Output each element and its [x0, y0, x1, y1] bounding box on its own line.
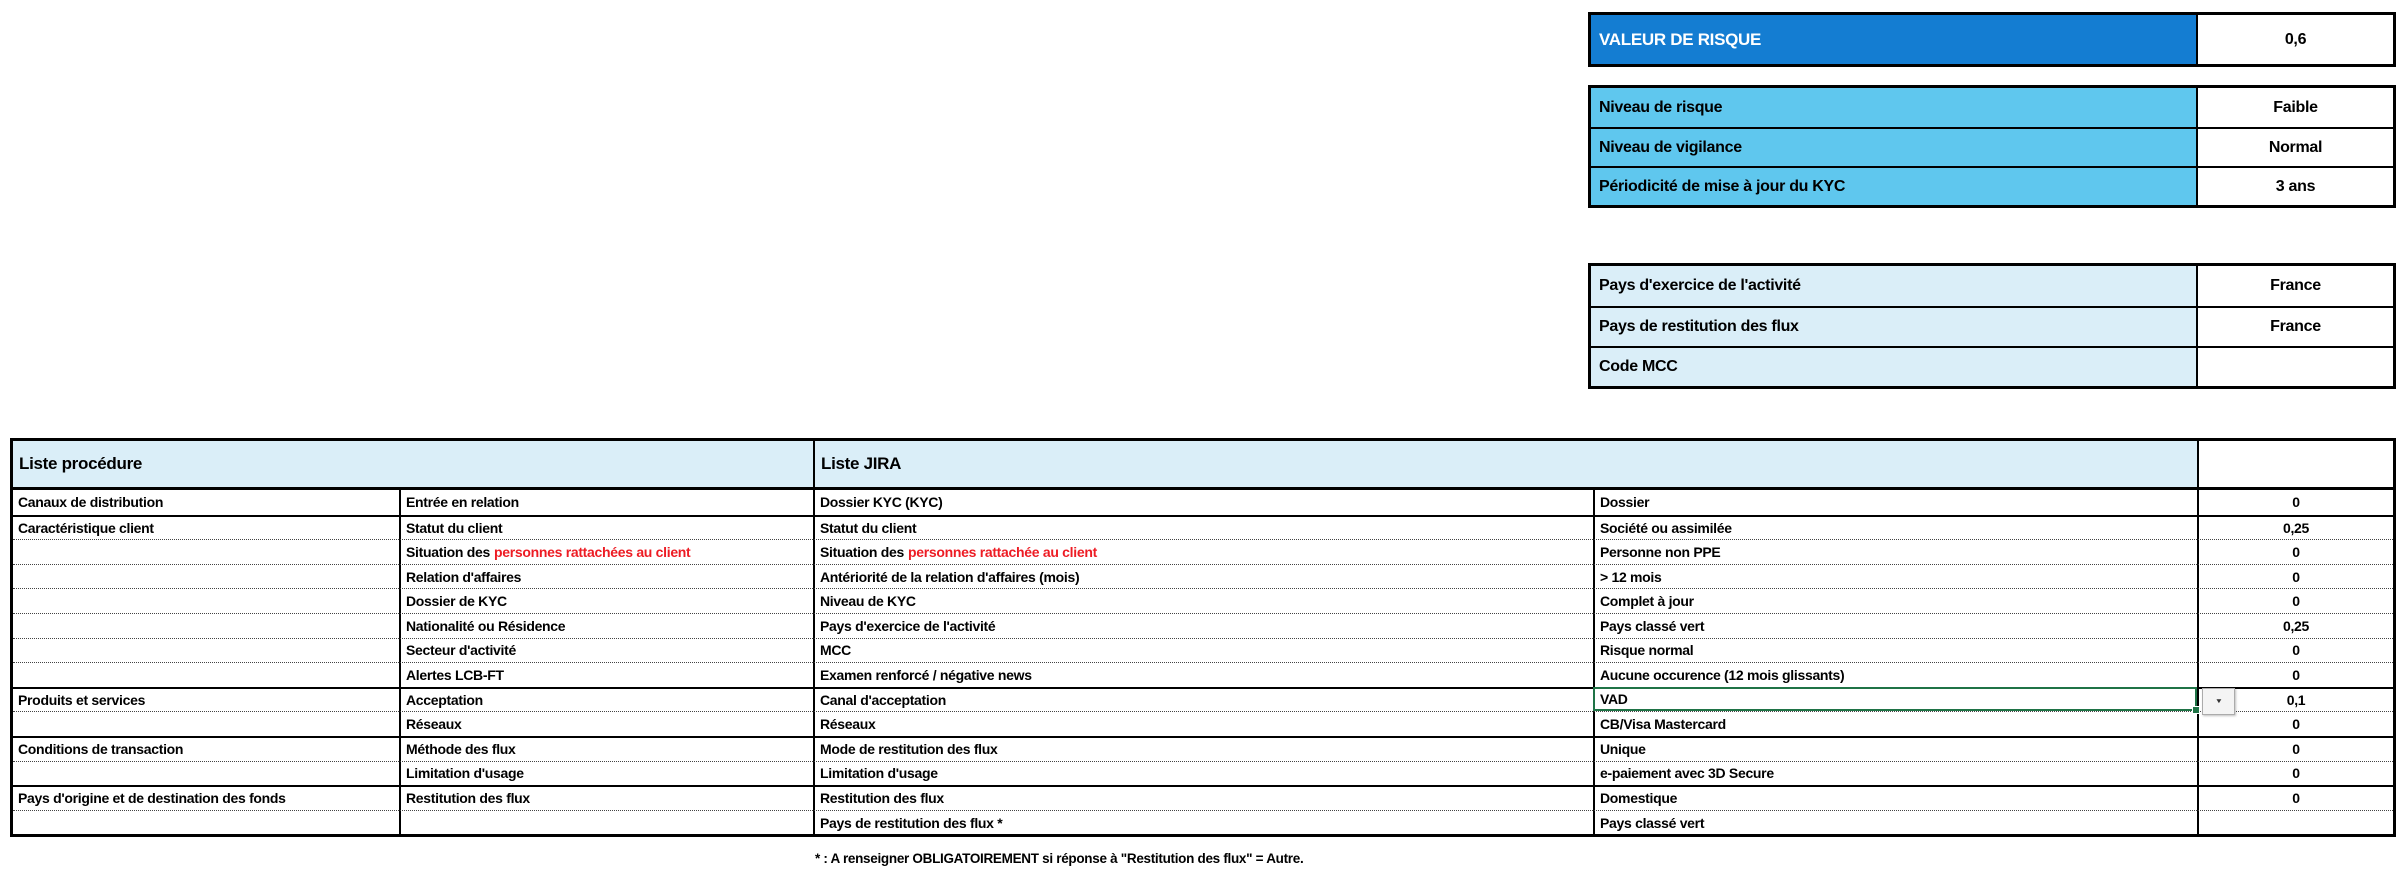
context-panel: Pays d'exercice de l'activité France Pay… [1588, 263, 2396, 389]
table-cell-c2-row3[interactable]: Situation despersonnes rattachées au cli… [399, 539, 813, 564]
table-cell-c3-row1[interactable]: Dossier KYC (KYC) [813, 490, 1593, 515]
table-cell-c5-row12[interactable]: 0 [2197, 761, 2393, 786]
mandatory-footnote: * : A renseigner OBLIGATOIREMENT si répo… [815, 851, 1303, 866]
alert-red-text: personnes rattachée au client [908, 541, 1097, 563]
alert-red-text: personnes rattachées au client [494, 541, 690, 563]
table-cell-c4-row4[interactable]: > 12 mois [1593, 564, 2197, 589]
table-cell-c3-row3[interactable]: Situation despersonnes rattachée au clie… [813, 539, 1593, 564]
table-cell-c3-row13[interactable]: Restitution des flux [813, 785, 1593, 810]
table-cell-c3-row5[interactable]: Niveau de KYC [813, 588, 1593, 613]
table-cell-c5-row7[interactable]: 0 [2197, 638, 2393, 663]
table-cell-c2-row2[interactable]: Statut du client [399, 515, 813, 540]
table-cell-c2-row9[interactable]: Acceptation [399, 687, 813, 712]
table-cell-c3-row7[interactable]: MCC [813, 638, 1593, 663]
header-liste-procedure[interactable]: Liste procédure [13, 441, 813, 490]
chevron-down-icon: ▼ [2214, 695, 2222, 707]
risk-value-cell[interactable]: 0,6 [2196, 15, 2393, 64]
table-cell-c4-row5[interactable]: Complet à jour [1593, 588, 2197, 613]
table-cell-c3-row9[interactable]: Canal d'acceptation [813, 687, 1593, 712]
table-cell-c4-row7[interactable]: Risque normal [1593, 638, 2197, 663]
header-liste-jira[interactable]: Liste JIRA [813, 441, 2197, 490]
table-cell-c2-row4[interactable]: Relation d'affaires [399, 564, 813, 589]
table-cell-c5-row11[interactable]: 0 [2197, 736, 2393, 761]
table-cell-c4-row3[interactable]: Personne non PPE [1593, 539, 2197, 564]
table-cell-c4-row14[interactable]: Pays classé vert [1593, 810, 2197, 835]
table-cell-c3-row4[interactable]: Antériorité de la relation d'affaires (m… [813, 564, 1593, 589]
table-cell-c1-row7[interactable] [13, 638, 399, 663]
kyc-period-label-cell[interactable]: Périodicité de mise à jour du KYC [1591, 166, 2196, 205]
table-cell-c2-row14[interactable] [399, 810, 813, 835]
country-activity-label-cell[interactable]: Pays d'exercice de l'activité [1591, 266, 2196, 306]
country-flux-label-cell[interactable]: Pays de restitution des flux [1591, 306, 2196, 346]
table-cell-c2-row12[interactable]: Limitation d'usage [399, 761, 813, 786]
fill-handle[interactable] [2192, 706, 2200, 714]
table-cell-c4-row2[interactable]: Société ou assimilée [1593, 515, 2197, 540]
table-cell-c2-row5[interactable]: Dossier de KYC [399, 588, 813, 613]
table-cell-c4-row8[interactable]: Aucune occurence (12 mois glissants) [1593, 662, 2197, 687]
table-cell-c1-row4[interactable] [13, 564, 399, 589]
table-cell-c1-row2[interactable]: Caractéristique client [13, 515, 399, 540]
risk-value-panel: VALEUR DE RISQUE 0,6 [1588, 12, 2396, 67]
table-cell-c4-row12[interactable]: e-paiement avec 3D Secure [1593, 761, 2197, 786]
table-cell-c3-row8[interactable]: Examen renforcé / négative news [813, 662, 1593, 687]
table-cell-c2-row8[interactable]: Alertes LCB-FT [399, 662, 813, 687]
header-value-column[interactable] [2197, 441, 2393, 490]
table-cell-c4-row6[interactable]: Pays classé vert [1593, 613, 2197, 638]
country-activity-value-cell[interactable]: France [2196, 266, 2393, 306]
table-cell-c5-row10[interactable]: 0 [2197, 711, 2393, 736]
table-cell-c5-row13[interactable]: 0 [2197, 785, 2393, 810]
table-cell-c3-row10[interactable]: Réseaux [813, 711, 1593, 736]
table-cell-c5-row3[interactable]: 0 [2197, 539, 2393, 564]
table-cell-c1-row5[interactable] [13, 588, 399, 613]
main-table: Liste procédure Liste JIRA Canaux de dis… [10, 438, 2396, 837]
table-cell-c4-row10[interactable]: CB/Visa Mastercard [1593, 711, 2197, 736]
table-cell-c2-row7[interactable]: Secteur d'activité [399, 638, 813, 663]
table-cell-c5-row1[interactable]: 0 [2197, 490, 2393, 515]
table-cell-c5-row14[interactable] [2197, 810, 2393, 835]
table-cell-c5-row4[interactable]: 0 [2197, 564, 2393, 589]
table-cell-c1-row3[interactable] [13, 539, 399, 564]
table-cell-c3-row2[interactable]: Statut du client [813, 515, 1593, 540]
mcc-label-cell[interactable]: Code MCC [1591, 346, 2196, 386]
table-cell-c5-row8[interactable]: 0 [2197, 662, 2393, 687]
table-cell-c1-row8[interactable] [13, 662, 399, 687]
risk-level-value-cell[interactable]: Faible [2196, 88, 2393, 127]
risk-value-label-cell[interactable]: VALEUR DE RISQUE [1591, 15, 2196, 64]
table-cell-c2-row13[interactable]: Restitution des flux [399, 785, 813, 810]
table-cell-c3-row11[interactable]: Mode de restitution des flux [813, 736, 1593, 761]
mcc-value-cell[interactable] [2196, 346, 2393, 386]
kyc-period-value-cell[interactable]: 3 ans [2196, 166, 2393, 205]
table-cell-c1-row13[interactable]: Pays d'origine et de destination des fon… [13, 785, 399, 810]
table-cell-c5-row5[interactable]: 0 [2197, 588, 2393, 613]
table-cell-c1-row12[interactable] [13, 761, 399, 786]
table-cell-c4-row13[interactable]: Domestique [1593, 785, 2197, 810]
table-cell-c2-row10[interactable]: Réseaux [399, 711, 813, 736]
table-cell-c5-row2[interactable]: 0,25 [2197, 515, 2393, 540]
table-cell-c1-row6[interactable] [13, 613, 399, 638]
table-cell-c1-row1[interactable]: Canaux de distribution [13, 490, 399, 515]
risk-level-label-cell[interactable]: Niveau de risque [1591, 88, 2196, 127]
table-cell-c3-row12[interactable]: Limitation d'usage [813, 761, 1593, 786]
table-cell-c2-row11[interactable]: Méthode des flux [399, 736, 813, 761]
vigilance-value-cell[interactable]: Normal [2196, 127, 2393, 166]
table-cell-c2-row1[interactable]: Entrée en relation [399, 490, 813, 515]
country-flux-value-cell[interactable]: France [2196, 306, 2393, 346]
table-cell-c2-row6[interactable]: Nationalité ou Résidence [399, 613, 813, 638]
table-cell-c5-row6[interactable]: 0,25 [2197, 613, 2393, 638]
table-cell-c3-row6[interactable]: Pays d'exercice de l'activité [813, 613, 1593, 638]
table-cell-c4-row1[interactable]: Dossier [1593, 490, 2197, 515]
risk-levels-panel: Niveau de risque Faible Niveau de vigila… [1588, 85, 2396, 208]
table-cell-c4-row11[interactable]: Unique [1593, 736, 2197, 761]
dropdown-button[interactable]: ▼ [2202, 688, 2235, 715]
table-cell-c3-row14[interactable]: Pays de restitution des flux * [813, 810, 1593, 835]
table-cell-c1-row14[interactable] [13, 810, 399, 835]
table-cell-c1-row9[interactable]: Produits et services [13, 687, 399, 712]
table-cell-c1-row10[interactable] [13, 711, 399, 736]
table-cell-c1-row11[interactable]: Conditions de transaction [13, 736, 399, 761]
selected-cell-vad[interactable]: VAD▼ [1593, 687, 2197, 712]
vigilance-label-cell[interactable]: Niveau de vigilance [1591, 127, 2196, 166]
